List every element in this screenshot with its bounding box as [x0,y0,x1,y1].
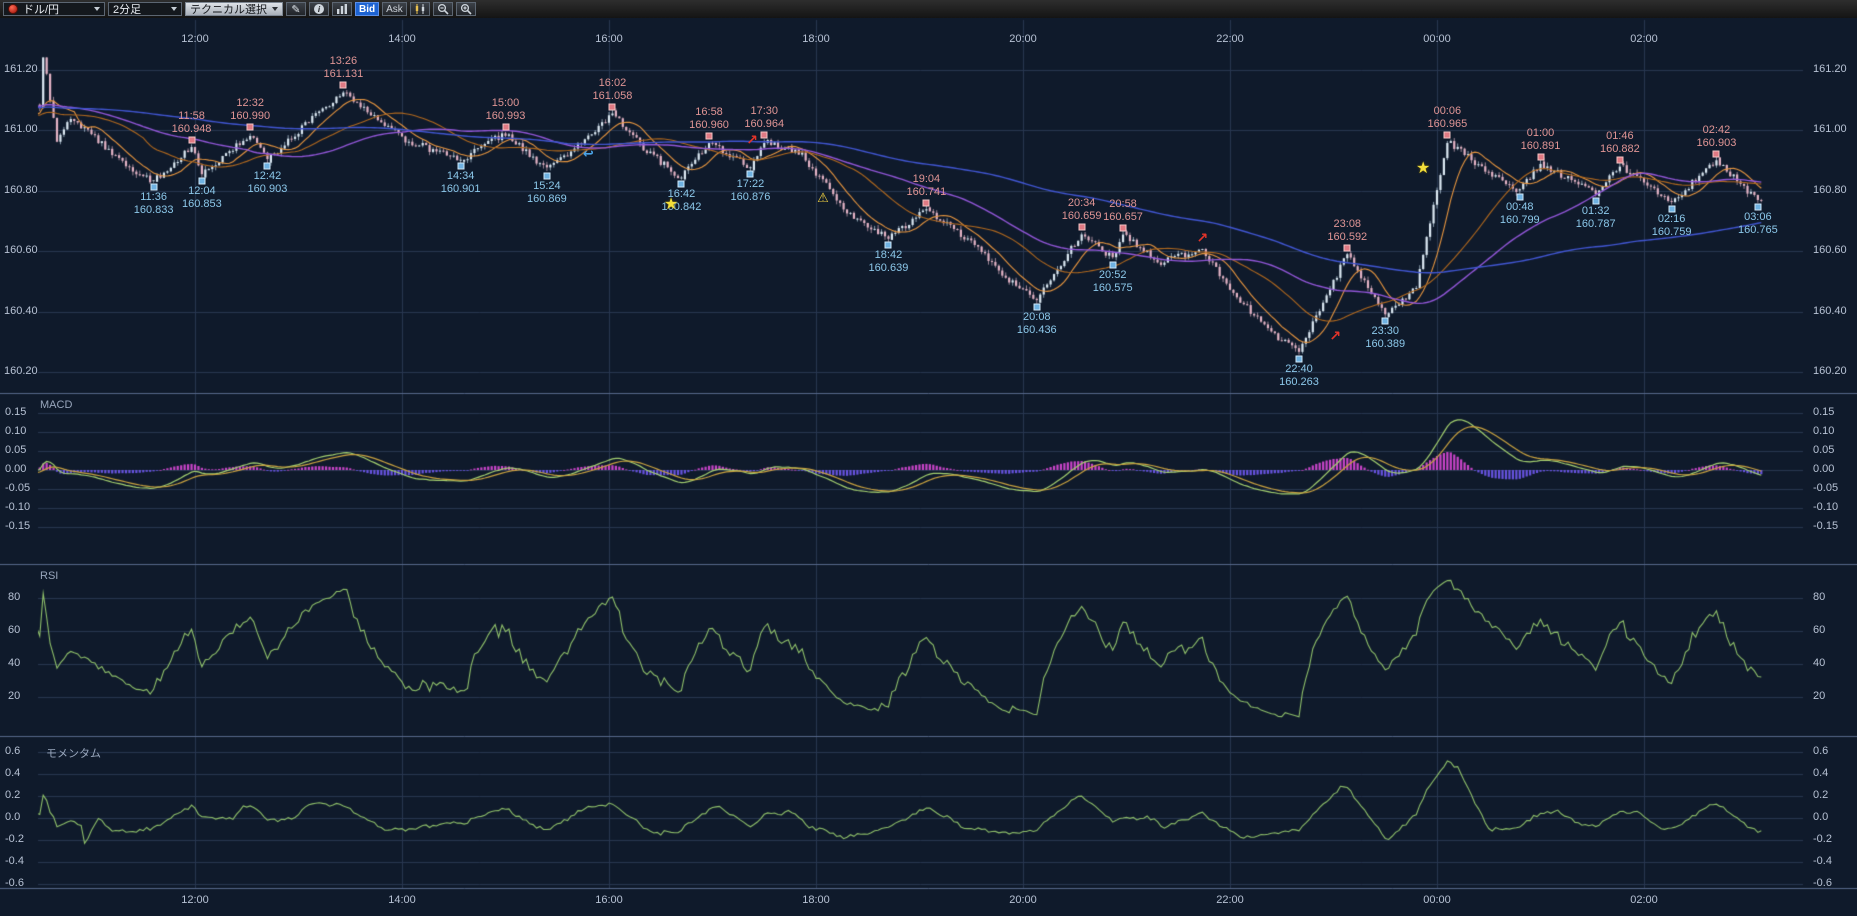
info-button[interactable]: i [309,2,329,16]
draw-tool-button[interactable]: ✎ [286,2,306,16]
pair-label: ドル/円 [23,1,59,17]
price-chart-canvas[interactable] [0,0,1857,916]
toolbar: ドル/円 2分足 テクニカル選択 ✎ i Bid Ask [0,0,1857,18]
chevron-down-icon [272,7,278,11]
ask-button[interactable]: Ask [382,2,407,16]
technical-label: テクニカル選択 [190,1,267,17]
zoom-out-icon [437,3,449,15]
fx-chart-app: 161.20161.20161.00161.00160.80160.80160.… [0,0,1857,916]
pair-status-icon [8,4,18,14]
info-icon: i [314,4,324,14]
zoom-in-icon [460,3,472,15]
pair-select-inner: ドル/円 [8,1,59,17]
candlestick-icon [414,3,426,15]
chevron-down-icon [171,7,177,11]
chart-type-button[interactable] [332,2,352,16]
candle-style-button[interactable] [410,2,430,16]
bid-button[interactable]: Bid [355,2,379,16]
timeframe-label: 2分足 [113,1,141,17]
pair-select[interactable]: ドル/円 [3,2,105,16]
timeframe-select[interactable]: 2分足 [108,2,182,16]
pencil-icon: ✎ [291,3,300,16]
bar-chart-icon [336,3,348,15]
technical-select[interactable]: テクニカル選択 [185,2,283,16]
zoom-in-button[interactable] [456,2,476,16]
chevron-down-icon [94,7,100,11]
zoom-out-button[interactable] [433,2,453,16]
